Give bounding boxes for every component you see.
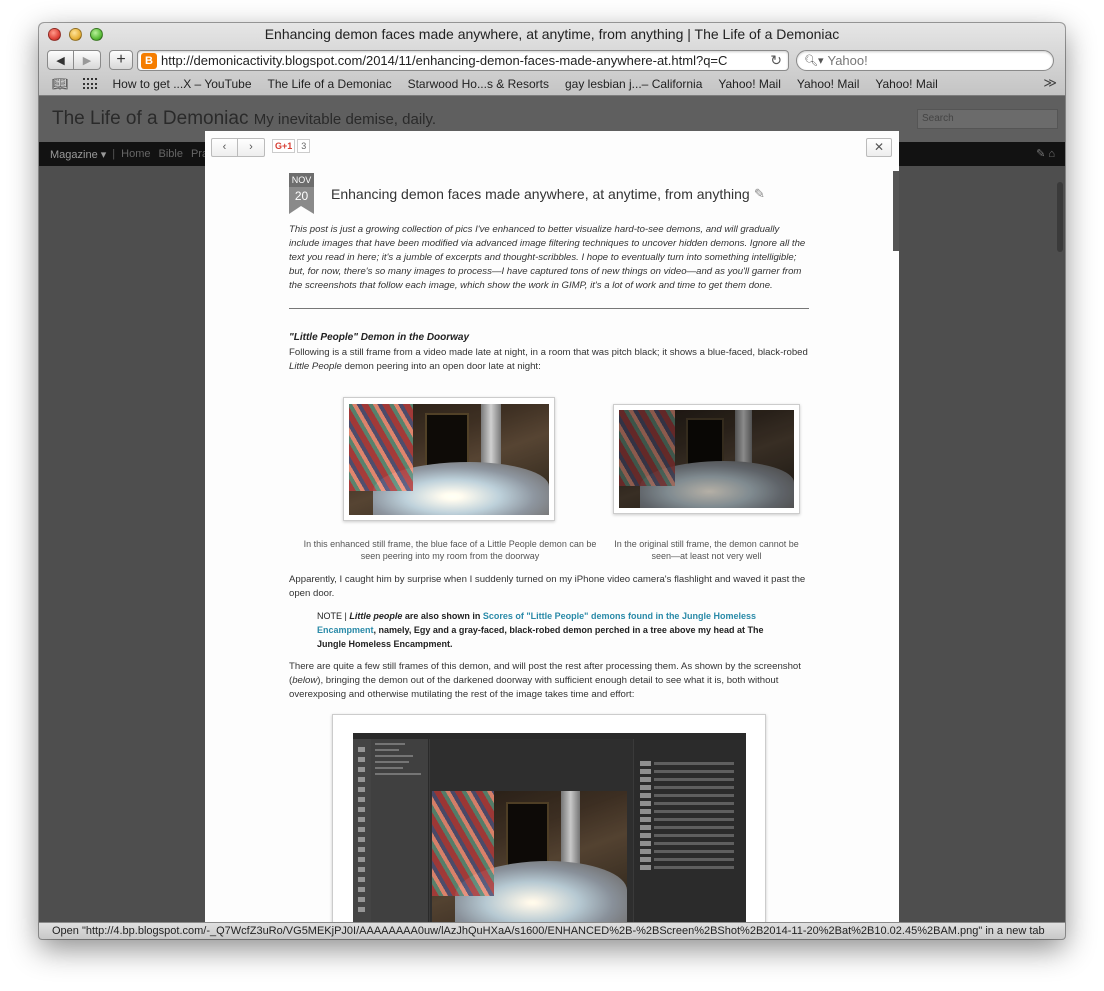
page-scrollbar[interactable] — [1057, 182, 1063, 252]
enhanced-frame-figure[interactable] — [343, 397, 555, 521]
search-placeholder[interactable]: Yahoo! — [828, 53, 868, 68]
original-frame-image[interactable] — [619, 410, 794, 508]
browser-window: Enhancing demon faces made anywhere, at … — [39, 23, 1065, 939]
original-frame-figure[interactable] — [613, 404, 800, 514]
nav-tools: ✎ ⌂ — [1036, 147, 1055, 160]
paragraph: Apparently, I caught him by surprise whe… — [289, 574, 806, 599]
paragraph-text: demon peering into an open door late at … — [341, 361, 541, 372]
bookmarks-bar: 📖︎ How to get ...X – YouTube The Life of… — [39, 74, 1065, 94]
blog-title[interactable]: The Life of a Demoniac My inevitable dem… — [52, 108, 436, 130]
nav-divider: | — [112, 148, 116, 160]
top-sites-icon[interactable] — [82, 78, 97, 90]
status-bar: Open "http://4.bp.blogspot.com/-_Q7WcfZ3… — [39, 922, 1065, 939]
blog-description: My inevitable demise, daily. — [253, 111, 437, 128]
date-month: NOV — [289, 173, 314, 187]
view-selector[interactable]: Magazine ▾ — [50, 148, 106, 161]
gimp-screenshot-image[interactable] — [353, 733, 746, 922]
blog-title-text[interactable]: The Life of a Demoniac — [52, 108, 248, 129]
note-label: NOTE | — [317, 611, 350, 621]
bookmark-item[interactable]: How to get ...X – YouTube — [113, 77, 252, 91]
note-text: are also shown in — [402, 611, 483, 621]
back-button[interactable]: ◀ — [47, 50, 74, 70]
paragraph: Following is a still frame from a video … — [289, 346, 809, 374]
lightbox-nav: ‹ › — [211, 138, 265, 157]
bookmark-item[interactable]: Yahoo! Mail — [718, 77, 780, 91]
close-lightbox-button[interactable]: ✕ — [866, 138, 892, 157]
blog-search-input[interactable]: Search — [917, 109, 1058, 129]
post-title[interactable]: Enhancing demon faces made anywhere, at … — [331, 186, 750, 202]
previous-post-button[interactable]: ‹ — [211, 138, 238, 157]
note-text: , namely, Egy and a gray-faced, black-ro… — [317, 625, 764, 649]
view-selector-label[interactable]: Magazine — [50, 149, 98, 161]
search-icon: 🔍︎▾ — [804, 55, 824, 67]
emphasis-text: below — [292, 675, 318, 686]
date-badge: NOV 20 — [289, 173, 314, 214]
history-nav: ◀ ▶ — [47, 50, 101, 70]
edit-post-icon[interactable]: ✎ — [754, 186, 765, 202]
nav-link-home[interactable]: Home — [121, 148, 150, 160]
post-intro: This post is just a growing collection o… — [289, 224, 806, 291]
date-badge-tail — [289, 206, 314, 214]
address-bar[interactable]: B http://demonicactivity.blogspot.com/20… — [137, 50, 789, 71]
forward-arrow-icon: ▶ — [82, 54, 92, 67]
chevron-right-icon: › — [249, 141, 253, 153]
blogger-favicon-icon: B — [141, 52, 157, 69]
paragraph-text: Following is a still frame from a video … — [289, 347, 808, 358]
search-bar[interactable]: 🔍︎▾ Yahoo! — [796, 50, 1054, 71]
note-block: NOTE | Little people are also shown in S… — [317, 609, 787, 651]
pencil-icon[interactable]: ✎ — [1036, 148, 1045, 160]
close-icon: ✕ — [873, 140, 885, 154]
reading-list-icon[interactable]: 📖︎ — [52, 76, 69, 92]
date-day: 20 — [289, 187, 314, 206]
figure-caption: In this enhanced still frame, the blue f… — [303, 539, 597, 561]
home-icon[interactable]: ⌂ — [1048, 148, 1055, 160]
lightbox-scrollbar[interactable] — [893, 171, 899, 251]
add-bookmark-button[interactable]: + — [109, 50, 133, 70]
gplus-count: 3 — [297, 139, 311, 153]
google-plus-button[interactable]: G+1 3 — [272, 139, 311, 153]
emphasis-text: Little people — [349, 611, 403, 621]
gimp-screenshot-figure[interactable] — [332, 714, 766, 922]
forward-button[interactable]: ▶ — [74, 50, 101, 70]
browser-toolbar: Enhancing demon faces made anywhere, at … — [39, 23, 1065, 96]
emphasis-text: Little People — [289, 361, 342, 372]
web-page: The Life of a Demoniac My inevitable dem… — [39, 96, 1065, 922]
post-lightbox: ‹ › G+1 3 ✕ NOV 20 Enhancing demon faces… — [205, 131, 899, 922]
chevron-left-icon: ‹ — [222, 141, 227, 153]
next-post-button[interactable]: › — [238, 138, 265, 157]
more-bookmarks-icon[interactable]: ≫ — [1043, 75, 1057, 91]
bookmark-item[interactable]: The Life of a Demoniac — [268, 77, 392, 91]
bookmark-item[interactable]: Yahoo! Mail — [875, 77, 937, 91]
bookmark-item[interactable]: Starwood Ho...s & Resorts — [408, 77, 549, 91]
divider — [289, 308, 809, 309]
enhanced-frame-image[interactable] — [349, 404, 549, 515]
plus-icon: + — [116, 51, 126, 68]
reload-icon[interactable]: ↻ — [770, 52, 782, 69]
paragraph-text: ), bringing the demon out of the darkene… — [289, 675, 779, 700]
bookmark-item[interactable]: Yahoo! Mail — [797, 77, 859, 91]
gplus-label[interactable]: G+1 — [272, 139, 296, 153]
figure-caption: In the original still frame, the demon c… — [614, 539, 799, 561]
bookmark-item[interactable]: gay lesbian j...– California — [565, 77, 702, 91]
paragraph: There are quite a few still frames of th… — [289, 660, 809, 702]
nav-link-bible[interactable]: Bible — [158, 148, 182, 160]
section-title: "Little People" Demon in the Doorway — [289, 332, 470, 343]
back-arrow-icon: ◀ — [56, 54, 65, 67]
url-field[interactable]: http://demonicactivity.blogspot.com/2014… — [161, 53, 761, 68]
window-title: Enhancing demon faces made anywhere, at … — [264, 26, 840, 42]
